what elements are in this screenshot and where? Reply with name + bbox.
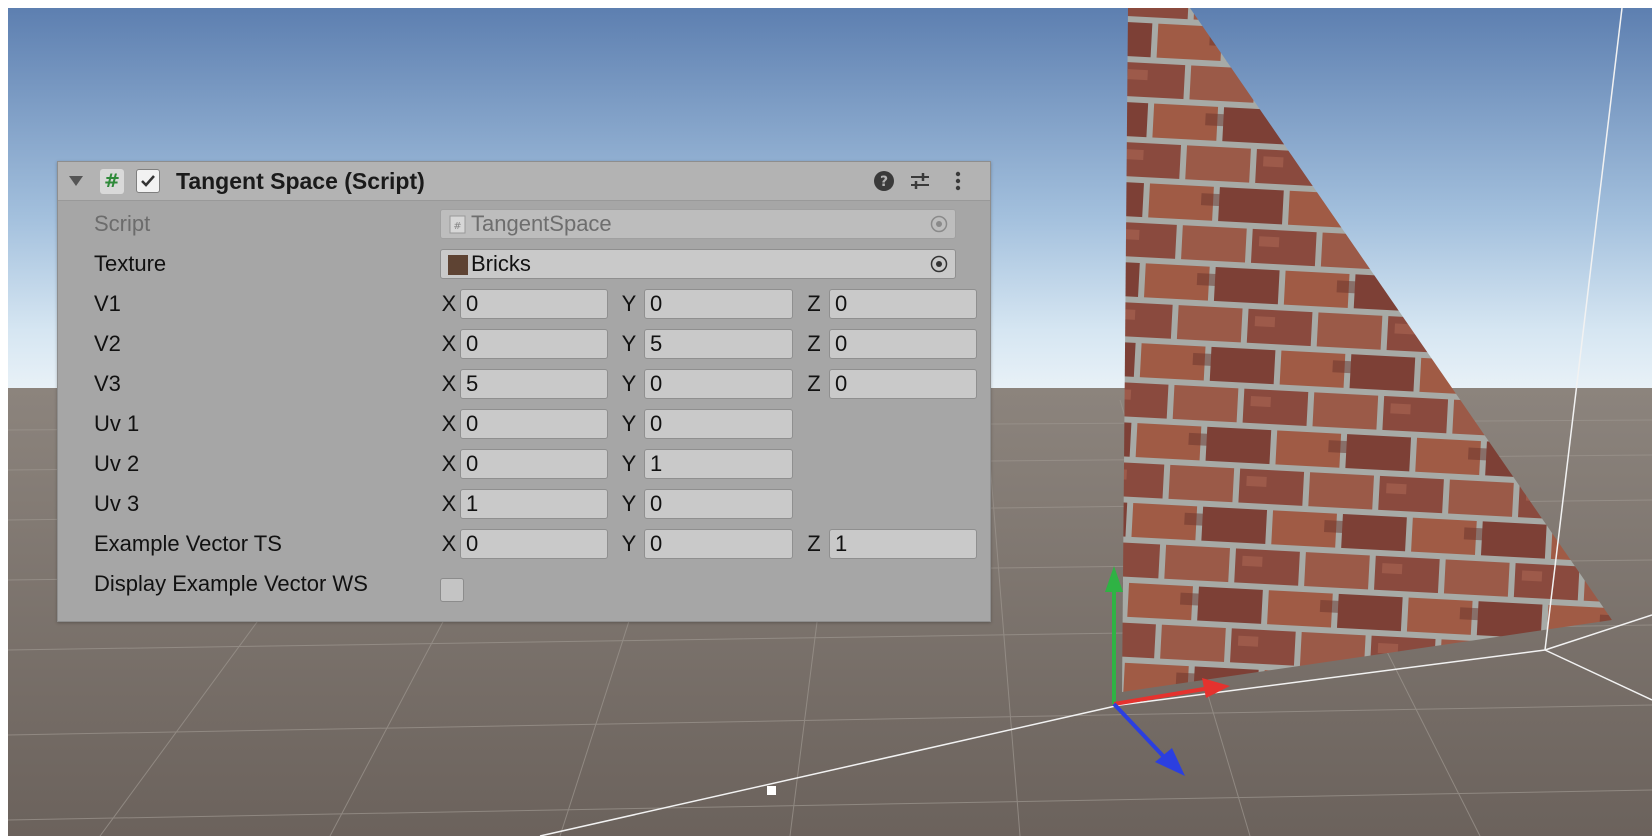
v3-x-axis-label[interactable]: X [439,369,459,399]
scene-handle-point[interactable] [767,786,776,795]
v1-z-field[interactable]: 0 [829,289,977,319]
uv2-y-field[interactable]: 1 [644,449,793,479]
texture-thumbnail-icon [448,255,468,275]
uv1-x-field[interactable]: 0 [460,409,608,439]
component-header[interactable]: # Tangent Space (Script) ? [58,162,990,201]
v2-z-field[interactable]: 0 [829,329,977,359]
script-object-field: # TangentSpace [440,209,956,239]
v1-x-field[interactable]: 0 [460,289,608,319]
svg-text:?: ? [880,174,888,190]
display-example-vector-ws-checkbox[interactable] [440,578,464,602]
example-ts-y-field[interactable]: 0 [644,529,793,559]
uv1-x-axis-label[interactable]: X [439,409,459,439]
checkmark-icon [141,175,155,187]
script-value: TangentSpace [471,211,612,236]
texture-value: Bricks [471,251,531,276]
script-icon: # [100,169,124,194]
uv2-label: Uv 2 [94,451,140,476]
v3-y-field[interactable]: 0 [644,369,793,399]
uv2-y-axis-label[interactable]: Y [619,449,639,479]
example-ts-z-axis-label[interactable]: Z [804,529,824,559]
v3-x-field[interactable]: 5 [460,369,608,399]
help-icon[interactable]: ? [873,170,895,192]
uv1-label: Uv 1 [94,411,140,436]
v1-label: V1 [94,291,121,316]
inspector-component-panel: # Tangent Space (Script) ? Script # Tang… [57,161,991,622]
script-label: Script [94,211,151,236]
uv3-y-field[interactable]: 0 [644,489,793,519]
v1-y-axis-label[interactable]: Y [619,289,639,319]
v2-y-axis-label[interactable]: Y [619,329,639,359]
uv3-label: Uv 3 [94,491,140,516]
more-options-icon[interactable] [947,170,969,192]
component-enabled-checkbox[interactable] [136,169,160,193]
uv2-x-field[interactable]: 0 [460,449,608,479]
v2-z-axis-label[interactable]: Z [804,329,824,359]
example-ts-z-field[interactable]: 1 [829,529,977,559]
uv2-x-axis-label[interactable]: X [439,449,459,479]
example-ts-x-axis-label[interactable]: X [439,529,459,559]
uv3-x-axis-label[interactable]: X [439,489,459,519]
v3-label: V3 [94,371,121,396]
object-picker-icon [930,215,948,233]
v3-y-axis-label[interactable]: Y [619,369,639,399]
foldout-arrow-icon[interactable] [69,176,83,186]
v1-y-field[interactable]: 0 [644,289,793,319]
svg-text:#: # [453,221,461,232]
v1-z-axis-label[interactable]: Z [804,289,824,319]
uv3-y-axis-label[interactable]: Y [619,489,639,519]
v3-z-field[interactable]: 0 [829,369,977,399]
v2-label: V2 [94,331,121,356]
script-asset-icon: # [449,215,466,234]
unity-editor-screenshot: # Tangent Space (Script) ? Script # Tang… [0,0,1652,836]
object-picker-icon[interactable] [930,255,948,273]
v3-z-axis-label[interactable]: Z [804,369,824,399]
example-ts-x-field[interactable]: 0 [460,529,608,559]
v1-x-axis-label[interactable]: X [439,289,459,319]
v2-x-axis-label[interactable]: X [439,329,459,359]
uv1-y-axis-label[interactable]: Y [619,409,639,439]
presets-icon[interactable] [909,170,931,192]
example-ts-y-axis-label[interactable]: Y [619,529,639,559]
v2-y-field[interactable]: 5 [644,329,793,359]
uv1-y-field[interactable]: 0 [644,409,793,439]
example-vector-ts-label: Example Vector TS [94,531,282,556]
v2-x-field[interactable]: 0 [460,329,608,359]
display-example-vector-ws-label: Display Example Vector WS [94,571,368,596]
uv3-x-field[interactable]: 1 [460,489,608,519]
texture-label: Texture [94,251,167,276]
texture-object-field[interactable]: Bricks [440,249,956,279]
component-title: Tangent Space (Script) [176,168,425,194]
